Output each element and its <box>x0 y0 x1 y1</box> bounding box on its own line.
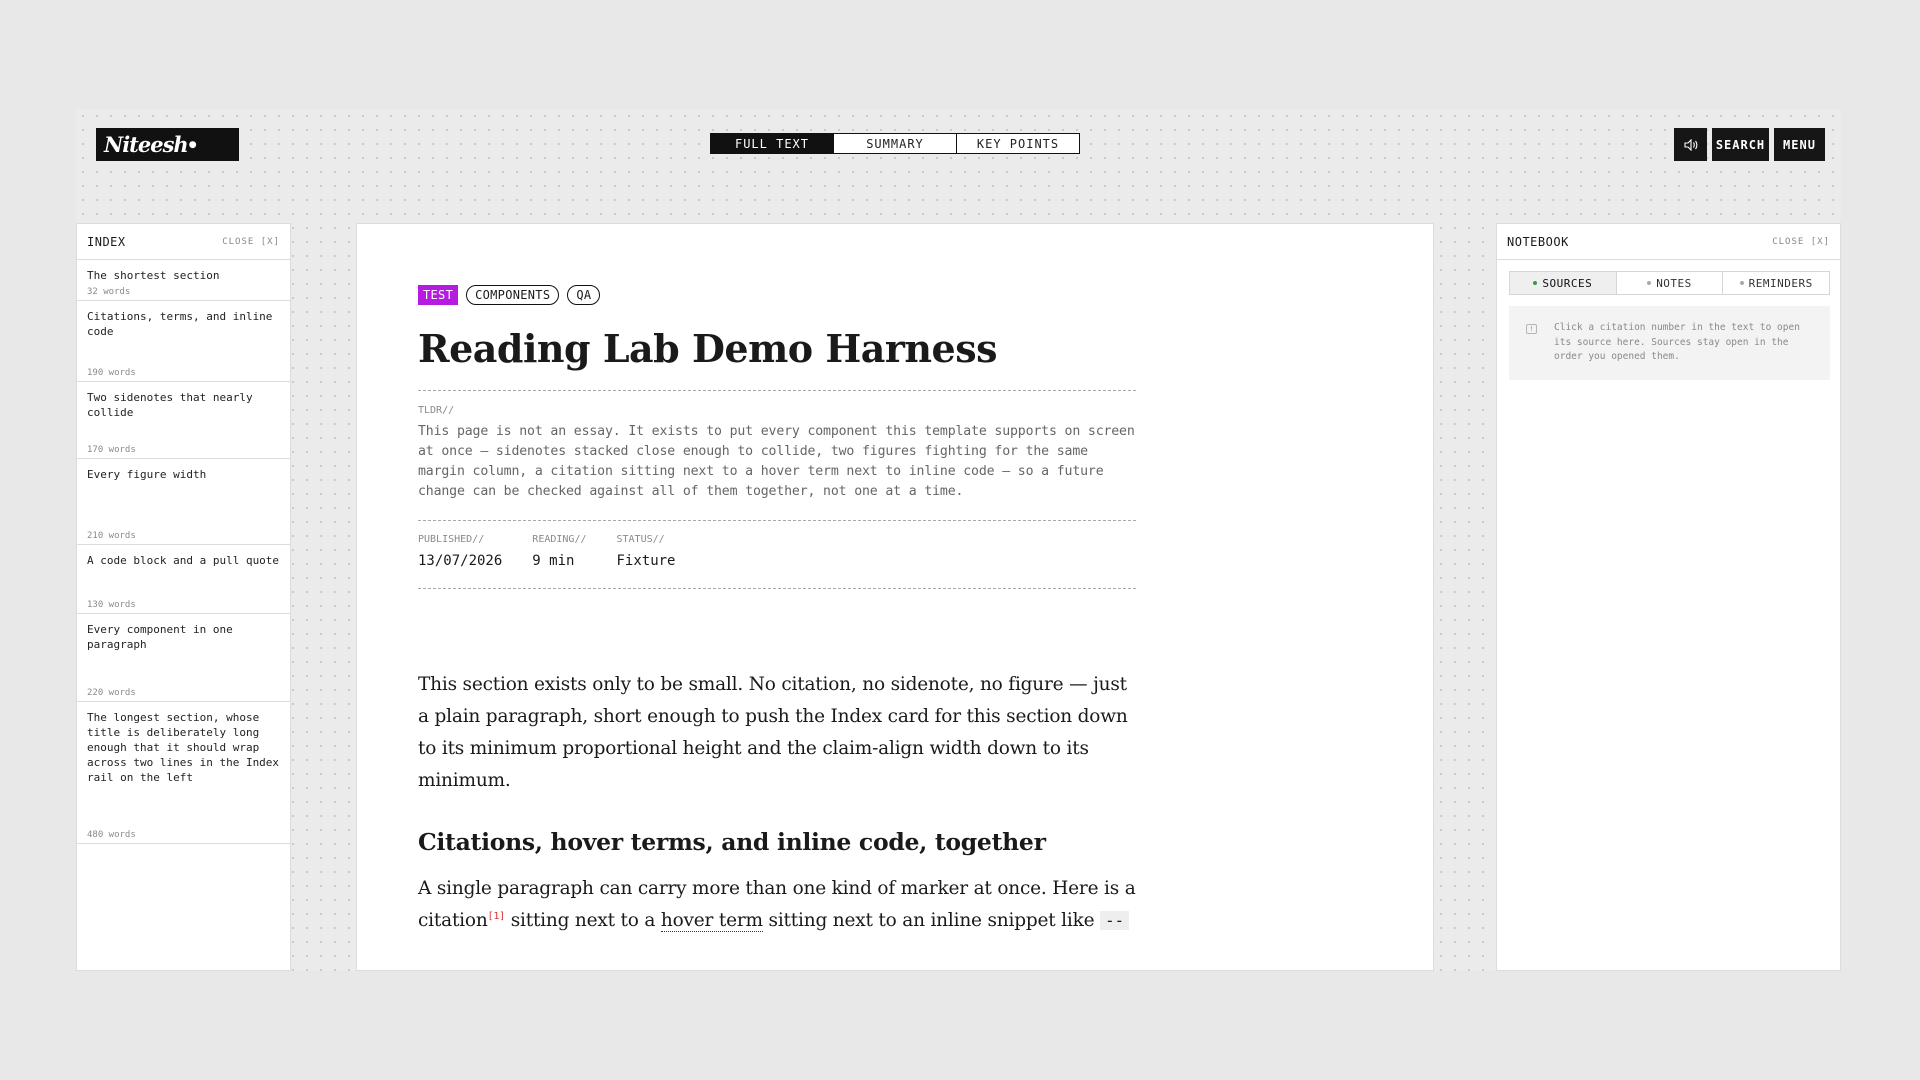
section-paragraph: This section exists only to be small. No… <box>418 674 1128 791</box>
app-frame: Niteesh ● FULL TEXT SUMMARY KEY POINTS SE… <box>76 109 1841 971</box>
index-item-title: Every figure width <box>87 468 207 481</box>
tab-sources[interactable]: SOURCES <box>1510 272 1617 294</box>
meta-value: 13/07/2026 <box>418 553 503 569</box>
index-item-words: 130 words <box>87 600 136 610</box>
article-meta: PUBLISHED// 13/07/2026 READING// 9 min S… <box>418 534 1136 584</box>
view-mode-summary[interactable]: SUMMARY <box>834 134 957 153</box>
index-item[interactable]: A code block and a pull quote 130 words <box>77 545 290 614</box>
meta-value: 9 min <box>532 553 575 569</box>
index-item-title: The shortest section <box>87 269 220 282</box>
index-item-words: 170 words <box>87 445 136 455</box>
index-item-title: Two sidenotes that nearly collide <box>87 391 253 419</box>
tag-test[interactable]: TEST <box>418 285 459 305</box>
tldr-label: TLDR// <box>418 405 455 416</box>
index-close-button[interactable]: CLOSE [X] <box>222 237 280 247</box>
menu-button[interactable]: MENU <box>1774 128 1825 161</box>
article-content: TEST COMPONENTS QA Reading Lab Demo Harn… <box>418 285 1136 937</box>
hint-text: Click a citation number in the text to o… <box>1554 322 1800 362</box>
index-item-words: 190 words <box>87 368 136 378</box>
hover-term[interactable]: hover term <box>660 910 763 932</box>
index-item[interactable]: The shortest section 32 words <box>77 260 290 301</box>
section-paragraph: A single paragraph can carry more than o… <box>418 873 1136 937</box>
logo-mark: ● <box>188 139 197 150</box>
index-item-words: 220 words <box>87 688 136 698</box>
meta-status: STATUS// Fixture <box>616 534 675 584</box>
article-panel: TEST COMPONENTS QA Reading Lab Demo Harn… <box>356 223 1434 971</box>
meta-label: PUBLISHED// <box>418 534 485 545</box>
paragraph-text: sitting next to a <box>505 910 661 931</box>
info-icon: ! <box>1526 324 1537 334</box>
tab-label: NOTES <box>1656 276 1692 290</box>
status-dot <box>1533 281 1538 285</box>
index-item-words: 210 words <box>87 531 136 541</box>
index-rail: INDEX CLOSE [X] The shortest section 32 … <box>76 223 291 971</box>
notebook-title: NOTEBOOK <box>1507 234 1569 249</box>
tldr-text: This page is not an essay. It exists to … <box>418 424 1135 499</box>
meta-reading: READING// 9 min <box>532 534 586 584</box>
index-title: INDEX <box>87 234 126 249</box>
tag-list: TEST COMPONENTS QA <box>418 285 1136 305</box>
index-item[interactable]: Every component in one paragraph 220 wor… <box>77 614 290 702</box>
meta-published: PUBLISHED// 13/07/2026 <box>418 534 502 584</box>
tab-label: REMINDERS <box>1748 276 1813 290</box>
tag-components[interactable]: COMPONENTS <box>466 285 560 305</box>
meta-value: Fixture <box>616 553 676 569</box>
view-mode-switch: FULL TEXT SUMMARY KEY POINTS <box>710 133 1080 154</box>
notebook-close-button[interactable]: CLOSE [X] <box>1772 237 1830 247</box>
index-item[interactable]: The longest section, whose title is deli… <box>77 702 290 844</box>
paragraph-text: sitting next to an inline snippet like <box>762 910 1101 931</box>
meta-label: READING// <box>532 534 587 545</box>
tab-notes[interactable]: NOTES <box>1617 272 1724 294</box>
index-item[interactable]: Citations, terms, and inline code 190 wo… <box>77 301 290 382</box>
index-item[interactable]: Two sidenotes that nearly collide 170 wo… <box>77 382 290 459</box>
index-item-title: The longest section, whose title is deli… <box>87 711 280 784</box>
status-dot <box>1739 281 1744 285</box>
index-item-words: 32 words <box>87 287 131 297</box>
inline-code: -- <box>1100 911 1129 930</box>
notebook-tabs: SOURCES NOTES REMINDERS <box>1509 271 1830 295</box>
index-item-words: 480 words <box>87 830 136 840</box>
article-title: Reading Lab Demo Harness <box>418 326 998 371</box>
section-heading: Citations, hover terms, and inline code,… <box>418 828 1046 856</box>
index-item-title: A code block and a pull quote <box>87 554 280 567</box>
search-button[interactable]: SEARCH <box>1712 128 1769 161</box>
audio-button[interactable] <box>1674 128 1707 161</box>
index-header: INDEX CLOSE [X] <box>77 224 290 260</box>
divider <box>418 390 1136 391</box>
meta-label: STATUS// <box>616 534 665 545</box>
tab-label: SOURCES <box>1542 276 1593 290</box>
index-item[interactable]: Every figure width 210 words <box>77 459 290 545</box>
tab-reminders[interactable]: REMINDERS <box>1723 272 1829 294</box>
notebook-header: NOTEBOOK CLOSE [X] <box>1497 224 1840 260</box>
citation-marker[interactable]: [1] <box>488 911 506 922</box>
site-logo[interactable]: Niteesh ● <box>96 128 239 161</box>
view-mode-key-points[interactable]: KEY POINTS <box>957 134 1079 153</box>
logo-text: Niteesh <box>104 132 189 157</box>
divider <box>418 520 1136 521</box>
speaker-icon <box>1683 138 1697 151</box>
divider <box>418 588 1136 589</box>
notebook-empty-hint: ! Click a citation number in the text to… <box>1509 306 1830 380</box>
index-item-title: Citations, terms, and inline code <box>87 310 273 338</box>
tag-qa[interactable]: QA <box>567 285 601 305</box>
index-item-title: Every component in one paragraph <box>87 623 233 651</box>
status-dot <box>1647 281 1652 285</box>
notebook-rail: NOTEBOOK CLOSE [X] SOURCES NOTES REMINDE… <box>1496 223 1841 971</box>
view-mode-full-text[interactable]: FULL TEXT <box>711 134 834 153</box>
